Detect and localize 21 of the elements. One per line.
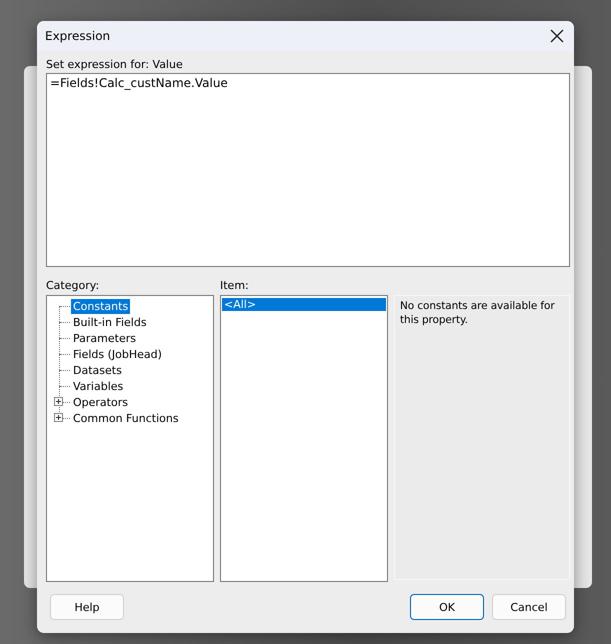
tree-item[interactable]: Common Functions [71,410,181,426]
item-label: Item: [220,278,250,294]
dialog-button[interactable]: Cancel [492,594,566,620]
expression-field[interactable]: =Fields!Calc_custName.Value [46,73,570,267]
dialog-button[interactable]: Help [50,594,124,620]
description-text: No constants are available for this property. [400,299,556,327]
tree-item[interactable]: Built-in Fields [71,314,149,330]
tree-item[interactable]: Operators [71,394,130,410]
window-title: Expression [45,29,110,43]
category-label: Category: [46,278,100,294]
dialog-button[interactable]: OK [410,594,484,620]
tree-item[interactable]: Constants [71,298,130,314]
tree-item[interactable]: Variables [71,378,126,394]
tree-item[interactable]: Parameters [71,330,138,346]
tree-item[interactable]: Datasets [71,362,124,378]
expression-label: Set expression for: Value [46,57,184,73]
expand-icon[interactable] [54,397,63,406]
close-icon[interactable] [550,29,564,43]
expand-icon[interactable] [54,413,63,422]
tree-item[interactable]: Fields (JobHead) [71,346,164,362]
list-item[interactable]: <All> [222,298,386,311]
